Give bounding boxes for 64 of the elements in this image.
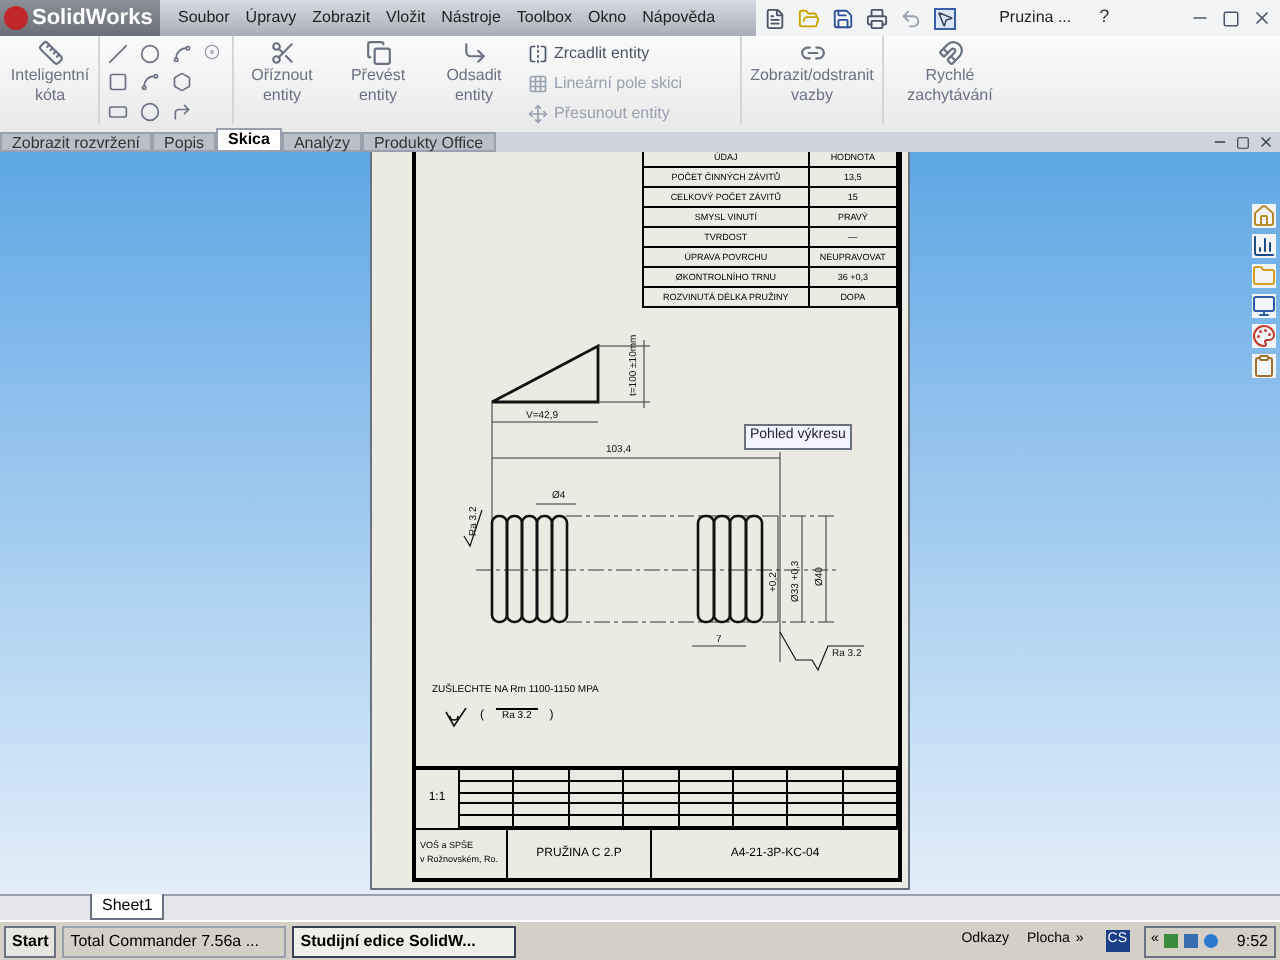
ribbon-button[interactable]: Rychlé zachytávání xyxy=(884,36,1016,106)
slot-icon[interactable] xyxy=(108,101,128,122)
pointer-icon[interactable] xyxy=(933,7,956,29)
printer-icon[interactable] xyxy=(865,7,888,29)
monitor-icon[interactable] xyxy=(1252,294,1276,318)
line-icon[interactable] xyxy=(108,44,128,64)
magnet-icon xyxy=(937,40,963,66)
ribbon-button[interactable]: Inteligentní kóta xyxy=(2,36,98,106)
spline-icon[interactable] xyxy=(172,44,192,64)
undo-icon[interactable] xyxy=(899,7,922,29)
document-title: Pruzina ... xyxy=(999,6,1072,30)
spring-coils xyxy=(490,514,569,624)
roughness-symbol xyxy=(463,509,483,548)
rectangle-icon[interactable] xyxy=(108,72,128,93)
menu-item[interactable]: Soubor xyxy=(170,6,238,30)
logo-icon xyxy=(4,6,28,30)
taskbar-button[interactable]: Studijní edice SolidW... xyxy=(292,925,517,957)
menu-item[interactable]: Toolbox xyxy=(508,6,580,30)
app-name: SolidWorks xyxy=(32,3,153,34)
scissors-icon xyxy=(269,40,295,66)
menu-item[interactable]: Okno xyxy=(579,6,635,30)
maximize-icon[interactable] xyxy=(1236,135,1250,149)
roughness-icon xyxy=(444,707,468,727)
ribbon-tab[interactable]: Analýzy xyxy=(281,132,362,152)
ribbon-tab[interactable]: Produkty Office xyxy=(361,132,496,152)
save-icon[interactable] xyxy=(831,7,854,29)
point-icon[interactable] xyxy=(204,44,220,60)
ribbon-list-button[interactable]: Zrcadlit entity xyxy=(528,42,734,66)
spring-coils xyxy=(696,514,764,624)
leader-line xyxy=(779,631,865,672)
menu-item[interactable]: Vložit xyxy=(378,6,434,30)
clock: 9:52 xyxy=(1236,929,1268,953)
menu-item[interactable]: Zobrazit xyxy=(304,6,379,30)
close-icon[interactable] xyxy=(1258,134,1274,150)
ribbon-tab[interactable]: Popis xyxy=(152,132,217,152)
ribbon-button[interactable]: Oříznout entity xyxy=(234,36,330,106)
copy-icon xyxy=(365,40,391,66)
help-button[interactable]: ? xyxy=(1099,4,1110,32)
grid-icon xyxy=(528,74,548,94)
ruler-icon xyxy=(37,40,63,66)
new-file-icon[interactable] xyxy=(763,7,786,29)
triangle-drawing xyxy=(490,343,600,404)
clipboard-icon[interactable] xyxy=(1252,354,1276,378)
menu-item[interactable]: Nápověda xyxy=(634,6,724,30)
ribbon-button[interactable]: Zobrazit/odstranit vazby xyxy=(746,36,878,124)
mirror-icon xyxy=(528,44,548,64)
ribbon-tab[interactable]: Zobrazit rozvržení xyxy=(0,132,153,152)
close-icon[interactable] xyxy=(1252,8,1272,28)
maximize-icon[interactable] xyxy=(1222,9,1240,27)
start-button[interactable]: Start xyxy=(4,925,57,957)
circle-icon[interactable] xyxy=(140,44,160,64)
palette-icon[interactable] xyxy=(1252,324,1276,348)
ribbon-button[interactable]: Odsadit entity xyxy=(426,36,522,106)
ribbon-tab[interactable]: Skica xyxy=(216,128,282,152)
offset-icon xyxy=(461,40,487,66)
sheet-tab[interactable]: Sheet1 xyxy=(90,892,165,920)
ribbon-button[interactable]: Převést entity xyxy=(330,36,426,106)
fillet-icon[interactable] xyxy=(172,101,192,122)
move-icon xyxy=(528,104,548,124)
menu-item[interactable]: Nástroje xyxy=(433,6,509,30)
chart-icon[interactable] xyxy=(1252,234,1276,258)
taskbar-button[interactable]: Total Commander 7.56a ... xyxy=(62,925,287,957)
menu-item[interactable]: Úpravy xyxy=(237,6,305,30)
arc-icon[interactable] xyxy=(140,72,160,93)
